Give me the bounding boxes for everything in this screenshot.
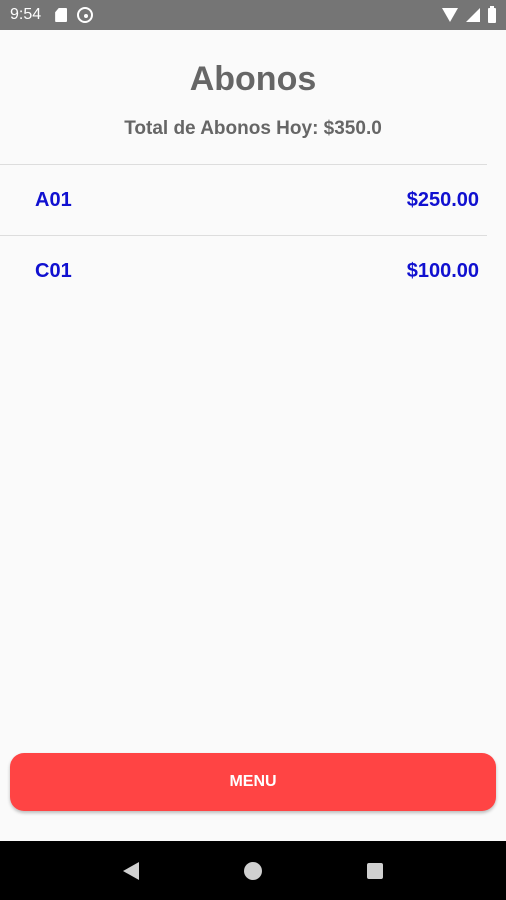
signal-icon bbox=[466, 8, 480, 22]
item-code: A01 bbox=[35, 188, 72, 211]
battery-icon bbox=[488, 5, 496, 23]
sd-card-icon bbox=[55, 8, 68, 22]
back-icon[interactable] bbox=[122, 861, 139, 880]
item-code: C01 bbox=[35, 260, 72, 282]
abonos-list: A01 $250.00 C01 $100.00 bbox=[0, 164, 487, 307]
item-amount: $100.00 bbox=[406, 260, 479, 282]
do-not-disturb-icon bbox=[77, 7, 94, 23]
list-item[interactable]: A01 $250.00 bbox=[0, 165, 487, 236]
recents-icon[interactable] bbox=[367, 862, 384, 879]
page-title: Abonos bbox=[189, 60, 317, 98]
wifi-icon bbox=[442, 8, 458, 22]
navigation-bar bbox=[0, 841, 506, 900]
home-icon[interactable] bbox=[243, 861, 262, 880]
total-summary: Total de Abonos Hoy: $350.0 bbox=[124, 118, 382, 139]
item-amount: $250.00 bbox=[406, 188, 479, 211]
menu-button[interactable]: MENU bbox=[10, 753, 496, 811]
status-bar: 9:54 bbox=[0, 0, 506, 30]
status-time: 9:54 bbox=[10, 6, 42, 23]
list-item[interactable]: C01 $100.00 bbox=[0, 236, 487, 307]
